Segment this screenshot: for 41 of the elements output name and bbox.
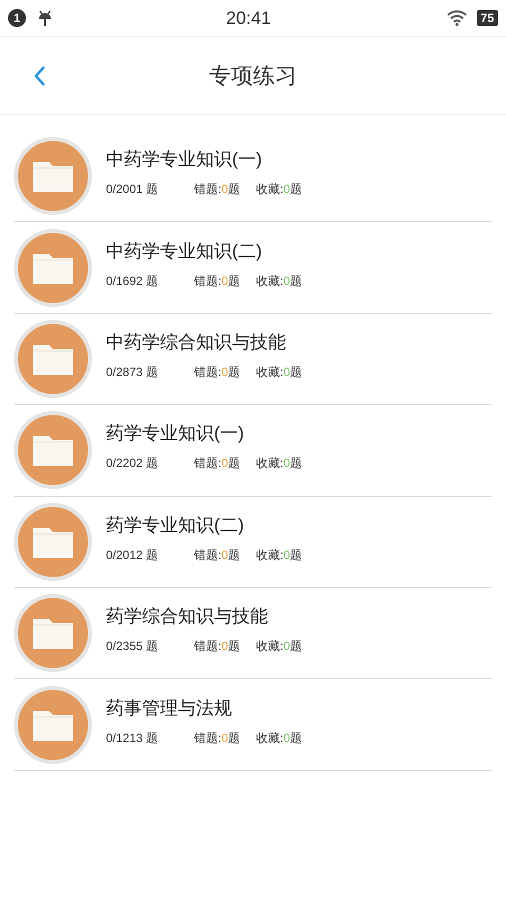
progress-count: 0/2355 题: [106, 638, 160, 656]
wrong-count: 错题:0题: [194, 546, 240, 564]
android-icon: [38, 9, 52, 27]
battery-indicator: 75: [476, 10, 498, 26]
favorite-count: 收藏:0题: [256, 364, 302, 381]
item-title: 中药学综合知识与技能: [106, 330, 287, 354]
wifi-icon: [446, 10, 467, 26]
favorite-count: 收藏:0题: [256, 181, 302, 198]
item-title: 药学综合知识与技能: [106, 605, 269, 628]
item-title: 药学专业知识(一): [106, 422, 245, 446]
progress-count: 0/2012 题: [106, 546, 160, 564]
wrong-count: 错题:0题: [194, 638, 240, 656]
item-title: 药学专业知识(二): [106, 514, 245, 537]
wrong-count: 错题:0题: [194, 455, 240, 472]
favorite-count: 收藏:0题: [256, 272, 302, 290]
page-title: 专项练习: [209, 62, 297, 90]
favorite-count: 收藏:0题: [256, 546, 302, 564]
practice-item[interactable]: 药学综合知识与技能 0/2355 题 错题:0题 收藏:0题: [14, 588, 492, 680]
clock: 20:41: [226, 7, 272, 29]
practice-item[interactable]: 中药学综合知识与技能 0/2873 题 错题:0题 收藏:0题: [14, 314, 492, 406]
favorite-count: 收藏:0题: [256, 638, 302, 656]
favorite-count: 收藏:0题: [256, 455, 302, 472]
practice-item[interactable]: 中药学专业知识(一) 0/2001 题 错题:0题 收藏:0题: [14, 131, 492, 222]
wrong-count: 错题:0题: [194, 272, 240, 290]
item-title: 药事管理与法规: [106, 696, 233, 720]
item-title: 中药学专业知识(一): [106, 148, 263, 172]
wrong-count: 错题:0题: [194, 364, 240, 381]
progress-count: 0/1692 题: [106, 272, 160, 290]
wrong-count: 错题:0题: [194, 730, 240, 747]
progress-count: 0/2873 题: [106, 364, 160, 381]
wrong-count: 错题:0题: [194, 181, 240, 198]
notification-badge: 1: [8, 9, 26, 27]
progress-count: 0/1213 题: [106, 730, 160, 747]
progress-count: 0/2202 题: [106, 455, 160, 472]
practice-item[interactable]: 中药学专业知识(二) 0/1692 题 错题:0题 收藏:0题: [14, 222, 492, 314]
practice-item[interactable]: 药事管理与法规 0/1213 题 错题:0题 收藏:0题: [14, 679, 492, 771]
favorite-count: 收藏:0题: [256, 730, 302, 747]
practice-item[interactable]: 药学专业知识(二) 0/2012 题 错题:0题 收藏:0题: [14, 496, 492, 588]
practice-item[interactable]: 药学专业知识(一) 0/2202 题 错题:0题 收藏:0题: [14, 405, 492, 497]
item-title: 中药学专业知识(二): [106, 240, 263, 263]
progress-count: 0/2001 题: [106, 181, 160, 198]
